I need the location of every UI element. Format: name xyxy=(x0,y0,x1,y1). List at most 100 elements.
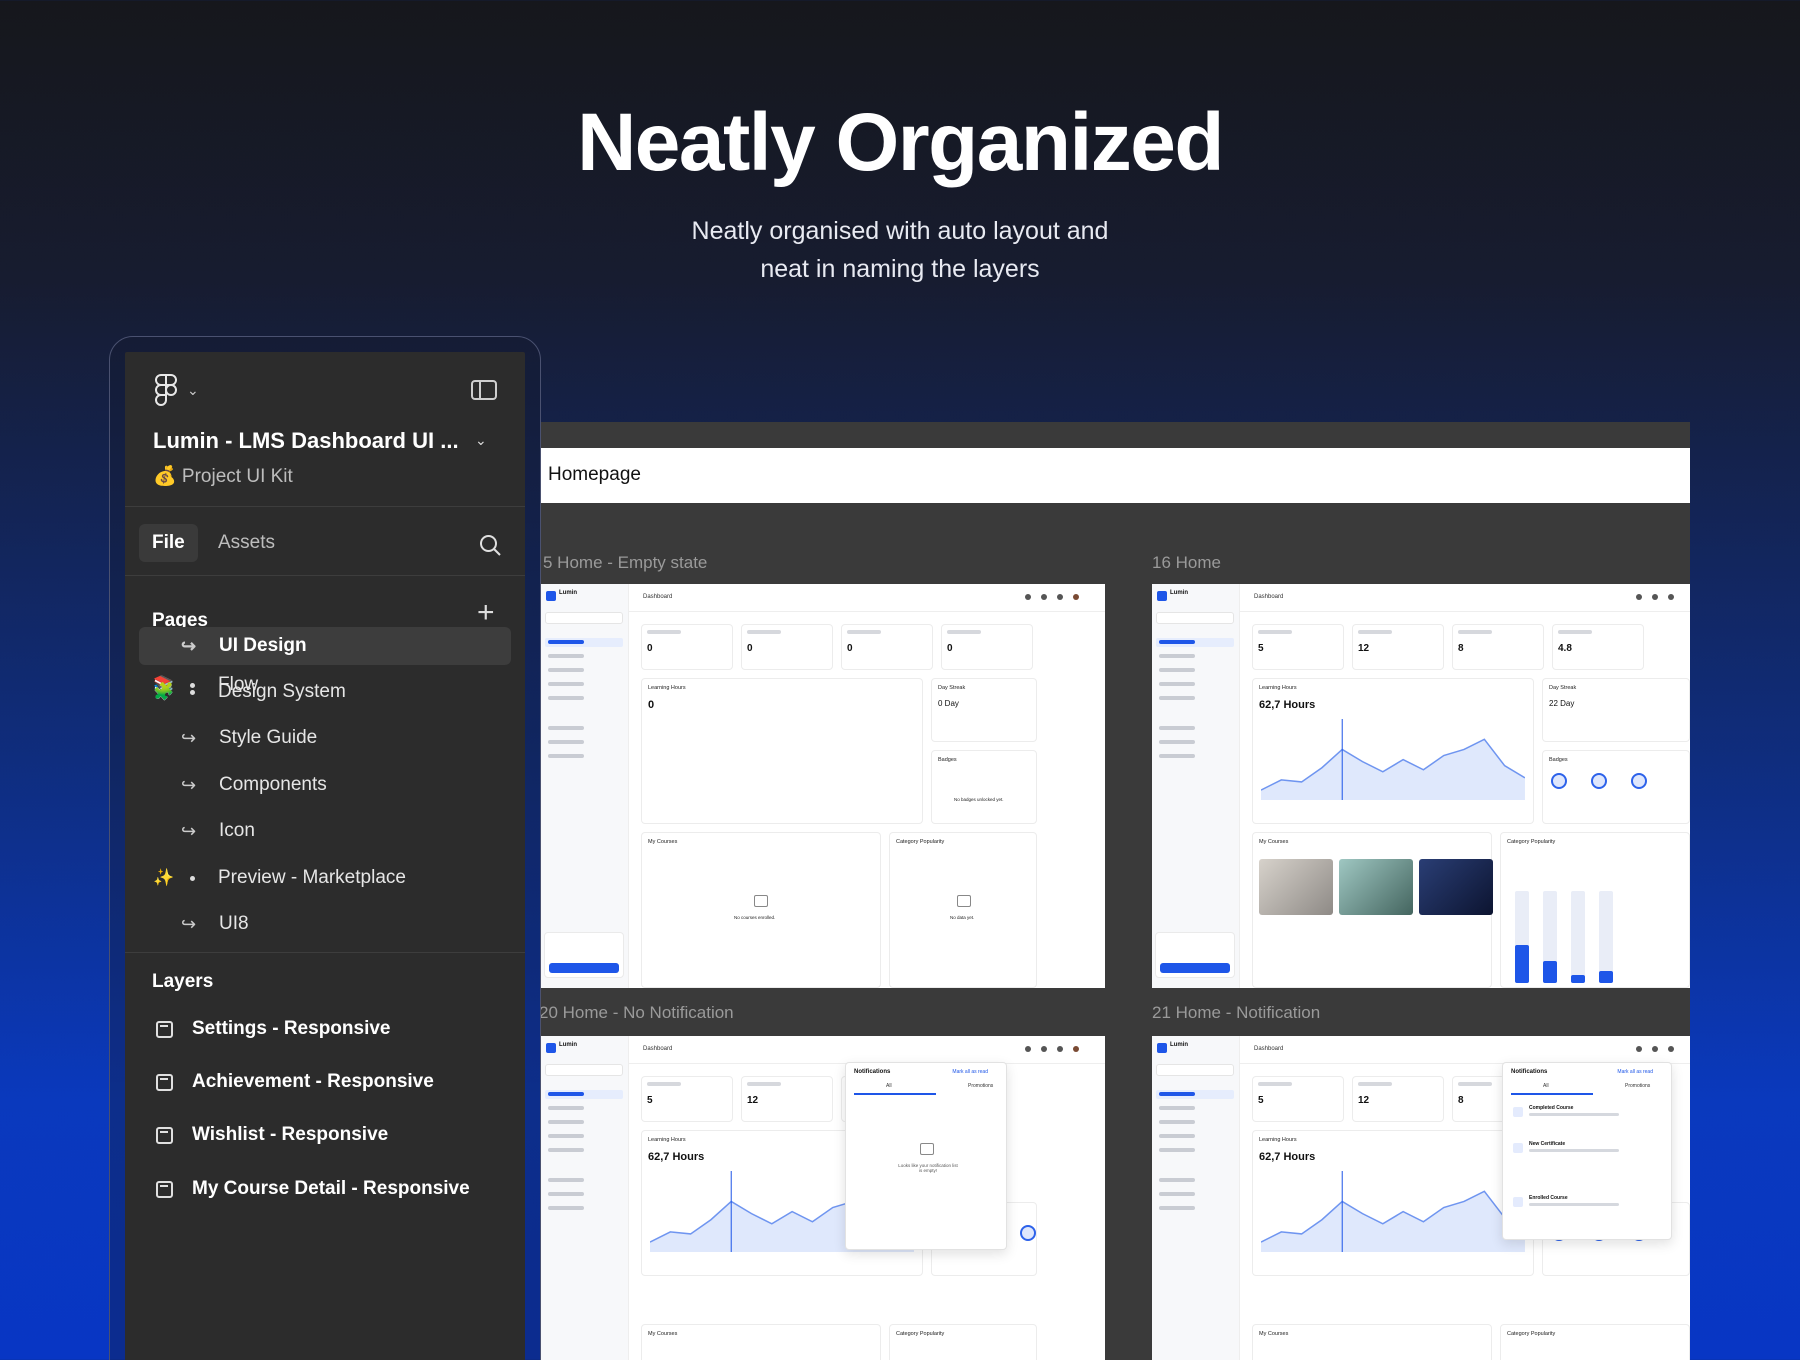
stat-value: 0 xyxy=(747,643,753,654)
card-title: My Courses xyxy=(648,839,678,845)
layer-my-course-detail-responsive[interactable]: My Course Detail - Responsive xyxy=(125,1170,525,1208)
empty-icon xyxy=(920,1143,934,1155)
figma-logo-icon[interactable] xyxy=(155,374,177,406)
day-streak-card: Day Streak 22 Day xyxy=(1542,678,1690,742)
tab-promotions[interactable]: Promotions xyxy=(968,1083,993,1089)
stat-card: 0 xyxy=(841,624,933,670)
hours-value: 62,7 Hours xyxy=(1259,699,1316,711)
mock-nav-item xyxy=(1156,652,1234,661)
tab-all[interactable]: All xyxy=(1543,1083,1549,1089)
stat-card: 4.8 xyxy=(1552,624,1644,670)
day-streak-card: Day Streak 0 Day xyxy=(931,678,1037,742)
mock-nav-item xyxy=(1156,1176,1234,1185)
tab-underline xyxy=(854,1093,936,1095)
page-item-ui8[interactable]: ↪ UI8 xyxy=(125,905,525,943)
stat-value: 0 xyxy=(947,643,953,654)
stat-value: 8 xyxy=(1458,643,1464,654)
layer-label: My Course Detail - Responsive xyxy=(192,1178,470,1199)
notifications-title: Notifications xyxy=(1511,1069,1548,1075)
layer-achievement-responsive[interactable]: Achievement - Responsive xyxy=(125,1063,525,1101)
empty-text: No courses enrolled. xyxy=(734,915,776,920)
empty-text: No badges unlocked yet. xyxy=(954,797,1004,802)
card-title: Learning Hours xyxy=(648,1137,686,1143)
hours-value: 0 xyxy=(648,699,655,711)
tab-all[interactable]: All xyxy=(886,1083,892,1089)
mock-nav-item xyxy=(1156,1204,1234,1213)
mock-nav-item xyxy=(1156,1090,1234,1099)
tab-assets[interactable]: Assets xyxy=(205,524,288,562)
add-page-plus-icon[interactable]: + xyxy=(477,598,495,628)
sidebar-toggle-icon[interactable] xyxy=(471,380,497,400)
stat-value: 0 xyxy=(647,643,653,654)
notifications-panel[interactable]: Notifications Mark all as read All Promo… xyxy=(845,1062,1007,1250)
mock-nav-item xyxy=(545,738,623,747)
badge-row xyxy=(1551,773,1671,805)
frame-label[interactable]: 16 Home xyxy=(1152,553,1221,573)
page-item-design-system[interactable]: 🧩 Design System xyxy=(125,673,525,711)
tab-file[interactable]: File xyxy=(139,524,198,562)
category-popularity-card: Category Popularity xyxy=(1500,832,1690,988)
card-title: Badges xyxy=(938,757,957,763)
tab-underline xyxy=(1511,1093,1593,1095)
frame-icon xyxy=(156,1127,173,1144)
figma-canvas[interactable]: Homepage 5 Home - Empty state Lumin Dash… xyxy=(541,422,1690,1360)
mock-nav-item xyxy=(545,638,623,647)
frame-icon xyxy=(156,1181,173,1198)
notifications-panel[interactable]: Notifications Mark all as read All Promo… xyxy=(1502,1062,1672,1240)
notification-item[interactable]: Enrolled Course xyxy=(1513,1193,1663,1221)
card-title: Category Popularity xyxy=(1507,839,1556,845)
frame-label[interactable]: 5 Home - Empty state xyxy=(543,553,707,573)
category-popularity-card: Category Popularity No data yet. xyxy=(889,832,1037,988)
mock-nav-item xyxy=(1156,1146,1234,1155)
hero-subtitle-line-2: neat in naming the layers xyxy=(760,255,1040,283)
project-chevron-down-icon[interactable]: ⌄ xyxy=(475,432,487,449)
stat-value: 5 xyxy=(647,1095,653,1106)
bullet-dot xyxy=(190,690,195,695)
frame-icon xyxy=(156,1021,173,1038)
arrow-return-icon: ↪ xyxy=(181,914,197,934)
layer-wishlist-responsive[interactable]: Wishlist - Responsive xyxy=(125,1116,525,1154)
page-item-components[interactable]: ↪ Components xyxy=(125,766,525,804)
chevron-down-icon[interactable]: ⌄ xyxy=(187,382,199,399)
frame-label[interactable]: 21 Home - Notification xyxy=(1152,1003,1320,1023)
tab-promotions[interactable]: Promotions xyxy=(1625,1083,1650,1089)
page-item-style-guide[interactable]: ↪ Style Guide xyxy=(125,719,525,757)
learning-hours-card: Learning Hours 62,7 Hours xyxy=(1252,1130,1534,1276)
my-courses-card: My Courses xyxy=(1252,1324,1492,1360)
frame-home-empty-state[interactable]: Lumin Dashboard 0 0 0 0 Learning Hours 0… xyxy=(541,584,1105,988)
page-item-icon[interactable]: ↪ Icon xyxy=(125,812,525,850)
mock-nav-item xyxy=(1156,1118,1234,1127)
panel-header: ⌄ Lumin - LMS Dashboard UI ... ⌄ 💰 Proje… xyxy=(125,352,525,507)
frame-home-notification[interactable]: Lumin Dashboard 5 12 8 Learning Hours 62… xyxy=(1152,1036,1690,1360)
mock-breadcrumb: Dashboard xyxy=(643,1046,673,1052)
mark-all-read-link[interactable]: Mark all as read xyxy=(1617,1069,1653,1075)
mock-nav-item xyxy=(545,1118,623,1127)
page-item-ui-design-selected-row[interactable]: ↪ UI Design xyxy=(139,627,511,665)
mock-nav-item xyxy=(545,752,623,761)
mock-topbar: Dashboard xyxy=(629,1036,1105,1064)
page-label: Preview - Marketplace xyxy=(218,867,406,888)
course-thumbnail xyxy=(1339,859,1413,915)
card-title: My Courses xyxy=(648,1331,678,1337)
notification-item[interactable]: Completed Course xyxy=(1513,1103,1663,1131)
page-item-preview-marketplace[interactable]: ✨ Preview - Marketplace xyxy=(125,859,525,897)
frame-label[interactable]: 20 Home - No Notification xyxy=(541,1003,734,1023)
mock-app-name: Lumin xyxy=(1170,590,1188,596)
project-title[interactable]: Lumin - LMS Dashboard UI ... xyxy=(153,428,459,454)
badges-card: Badges xyxy=(1542,750,1690,824)
mock-nav-item xyxy=(1156,694,1234,703)
page-header: Homepage xyxy=(541,448,1690,503)
notification-item[interactable]: New Certificate xyxy=(1513,1139,1663,1167)
mock-app-name: Lumin xyxy=(559,1042,577,1048)
frame-home[interactable]: Lumin Dashboard 5 12 8 4.8 Learning Hour… xyxy=(1152,584,1690,988)
search-icon[interactable] xyxy=(479,534,501,556)
layer-settings-responsive[interactable]: Settings - Responsive xyxy=(125,1010,525,1048)
mock-search xyxy=(1156,612,1234,624)
stat-card: 5 xyxy=(641,1076,733,1122)
mark-all-read-link[interactable]: Mark all as read xyxy=(952,1069,988,1075)
hero-subtitle-line-1: Neatly organised with auto layout and xyxy=(691,217,1109,245)
mock-nav-item xyxy=(1156,752,1234,761)
frame-home-no-notification[interactable]: Lumin Dashboard 5 12 8 Learning Hours 62… xyxy=(541,1036,1105,1360)
badges-card: Badges No badges unlocked yet. xyxy=(931,750,1037,824)
card-title: Day Streak xyxy=(1549,685,1577,691)
